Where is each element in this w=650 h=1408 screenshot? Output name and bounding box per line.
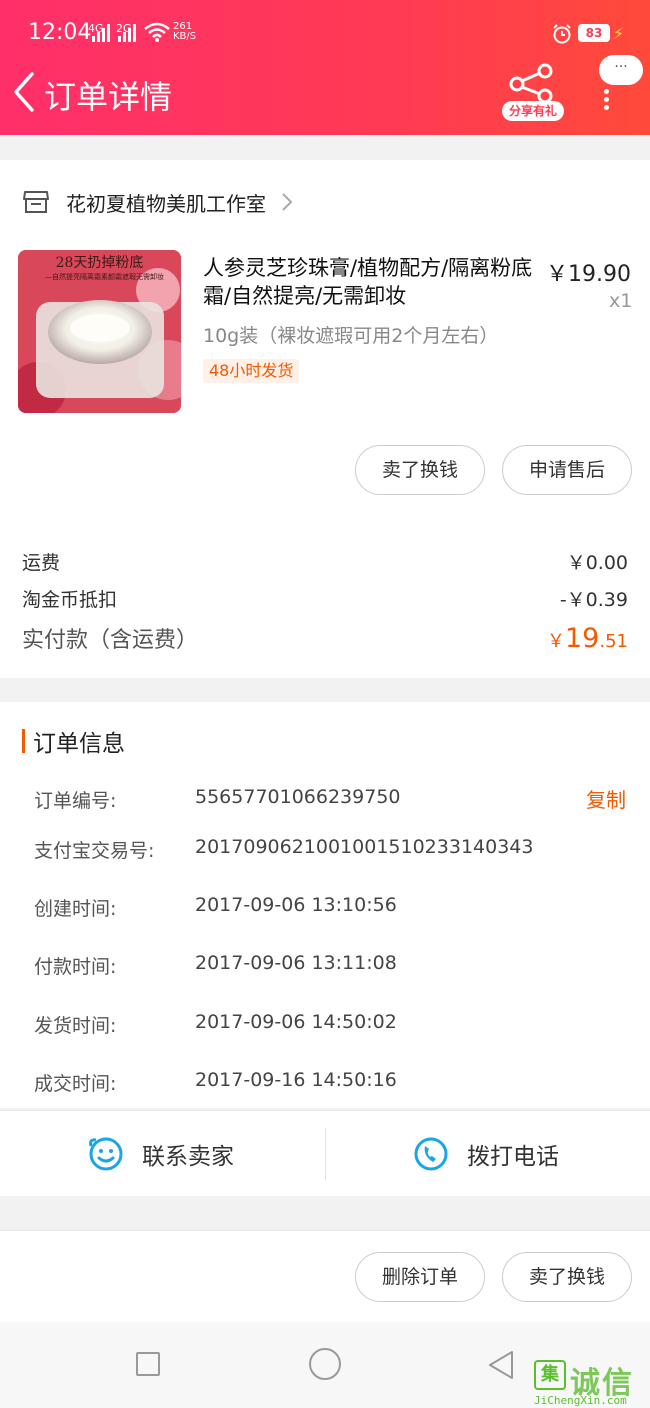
shipping-fee-row: 运费 ￥0.00 <box>22 548 628 575</box>
coin-deduction-label: 淘金币抵扣 <box>22 589 118 611</box>
shipped-time-value: 2017-09-06 14:50:02 <box>195 1011 397 1033</box>
copy-order-number-button[interactable]: 复制 <box>586 784 626 813</box>
paid-amount-label: 实付款（含运费） <box>22 628 199 653</box>
contact-divider <box>325 1128 326 1180</box>
contact-seller-button[interactable]: 联系卖家 <box>88 1134 234 1174</box>
order-number-value: 55657701066239750 <box>195 786 401 808</box>
page-title: 订单详情 <box>44 78 173 116</box>
phone-icon <box>414 1137 448 1171</box>
chevron-right-icon <box>282 193 293 211</box>
status-time: 12:04 <box>28 20 92 45</box>
product-price: ￥19.90 <box>546 262 631 287</box>
wifi-icon <box>144 22 170 42</box>
product-quantity: x1 <box>609 290 633 312</box>
product-image-caption: 28天扔掉粉底 <box>55 255 144 271</box>
store-icon <box>23 191 49 213</box>
sell-for-cash-bottom-button[interactable]: 卖了换钱 <box>502 1252 632 1302</box>
status-bar: 12:04 4G 2G 261 KB/S 83 ⚡ <box>0 0 650 66</box>
order-info-heading: 订单信息 <box>22 726 125 757</box>
watermark-logo: 集 诚信 JiChengXin.com <box>532 1356 650 1408</box>
app-header: 12:04 4G 2G 261 KB/S 83 ⚡ 订单详情 分享有礼 ··· <box>0 0 650 135</box>
alipay-trade-value: 2017090621001001510233140343 <box>195 836 534 858</box>
watermark-box: 集 <box>534 1360 566 1390</box>
charging-icon: ⚡ <box>613 24 625 43</box>
alarm-icon <box>553 24 571 44</box>
more-options-icon[interactable] <box>601 86 611 114</box>
system-back-icon[interactable] <box>486 1349 516 1381</box>
coin-deduction-row: 淘金币抵扣 -￥0.39 <box>22 585 628 612</box>
coin-deduction-value: -￥0.39 <box>559 589 628 611</box>
paid-decimal: .51 <box>599 631 628 652</box>
signal-icon-2 <box>118 24 136 42</box>
sell-for-cash-button[interactable]: 卖了换钱 <box>355 445 485 495</box>
share-reward-label[interactable]: 分享有礼 <box>502 101 564 121</box>
paid-time-value: 2017-09-06 13:11:08 <box>195 952 397 974</box>
shipping-fee-value: ￥0.00 <box>566 552 628 574</box>
apply-after-sale-button[interactable]: 申请售后 <box>502 445 632 495</box>
chat-face-icon <box>89 1137 123 1171</box>
shipping-fee-label: 运费 <box>22 552 61 574</box>
section-accent-bar <box>22 729 25 753</box>
paid-currency: ￥ <box>547 631 565 652</box>
network-speed: 261 KB/S <box>173 22 196 42</box>
product-image-subcaption: —自然提亮隔离霜素颜霜遮瑕无需卸妆 <box>45 273 164 281</box>
signal-icon-1 <box>92 24 110 42</box>
speed-unit: KB/S <box>173 31 197 42</box>
product-image[interactable]: 28天扔掉粉底 —自然提亮隔离霜素颜霜遮瑕无需卸妆 <box>18 250 181 413</box>
call-phone-label: 拨打电话 <box>467 1144 559 1170</box>
recent-apps-icon[interactable] <box>136 1352 160 1376</box>
paid-amount-value: ￥19.51 <box>547 623 628 654</box>
contact-seller-label: 联系卖家 <box>142 1144 234 1170</box>
paid-time-label: 付款时间: <box>34 956 117 978</box>
watermark-url: JiChengXin.com <box>534 1394 627 1407</box>
home-icon[interactable] <box>309 1348 341 1380</box>
more-message-bubble[interactable]: ··· <box>599 55 643 85</box>
call-phone-button[interactable]: 拨打电话 <box>413 1134 559 1174</box>
paid-integer: 19 <box>565 623 600 654</box>
shipping-badge: 48小时发货 <box>203 359 300 383</box>
order-info-title: 订单信息 <box>33 731 125 757</box>
battery-indicator: 83 <box>578 24 610 42</box>
completed-time-value: 2017-09-16 14:50:16 <box>195 1069 397 1091</box>
paid-amount-row: 实付款（含运费） ￥19.51 <box>22 622 628 654</box>
product-spec: 10g装（裸妆遮瑕可用2个月左右） <box>203 325 499 347</box>
back-arrow-icon[interactable] <box>10 70 42 114</box>
delete-order-button[interactable]: 删除订单 <box>355 1252 485 1302</box>
completed-time-label: 成交时间: <box>34 1073 117 1095</box>
alipay-trade-label: 支付宝交易号: <box>34 840 155 862</box>
order-number-label: 订单编号: <box>34 790 117 812</box>
shipped-time-label: 发货时间: <box>34 1015 117 1037</box>
created-time-label: 创建时间: <box>34 898 117 920</box>
shop-name: 花初夏植物美肌工作室 <box>66 191 266 216</box>
shop-link[interactable]: 花初夏植物美肌工作室 <box>22 186 294 218</box>
created-time-value: 2017-09-06 13:10:56 <box>195 894 397 916</box>
product-title[interactable]: 人参灵芝珍珠膏/植物配方/隔离粉底霜/自然提亮/无需卸妆 <box>203 254 533 310</box>
